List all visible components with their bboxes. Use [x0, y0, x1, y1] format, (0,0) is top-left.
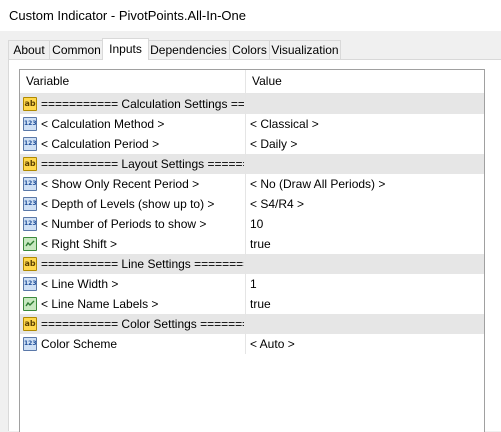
tab-colors[interactable]: Colors	[229, 40, 270, 59]
table-row[interactable]: < Line Name Labels > true	[20, 294, 484, 314]
string-type-icon: ab	[23, 157, 37, 171]
tab-about[interactable]: About	[8, 40, 50, 59]
table-row[interactable]: 123 < Show Only Recent Period > < No (Draw…	[20, 174, 484, 194]
variable-name: < Calculation Period >	[41, 137, 160, 151]
table-row[interactable]: ab =========== Calculation Settings ====.…	[20, 94, 484, 114]
table-row[interactable]: 123 < Calculation Method > < Classical >	[20, 114, 484, 134]
cell-divider	[245, 194, 246, 214]
table-row[interactable]: ab =========== Layout Settings =======...	[20, 154, 484, 174]
variable-name: Color Scheme	[41, 337, 118, 351]
variable-value[interactable]: < S4/R4 >	[250, 194, 304, 214]
table-row[interactable]: ab =========== Color Settings ========...	[20, 314, 484, 334]
table-row[interactable]: 123 < Depth of Levels (show up to) > < S4/…	[20, 194, 484, 214]
cell-divider	[245, 234, 246, 254]
variable-value[interactable]: < Classical >	[250, 114, 319, 134]
variable-name: < Show Only Recent Period >	[41, 177, 200, 191]
string-type-icon: ab	[23, 257, 37, 271]
variable-value[interactable]: true	[250, 294, 271, 314]
numeric-type-icon: 123	[23, 277, 37, 291]
cell-divider	[245, 334, 246, 354]
title-bar: Custom Indicator - PivotPoints.All-In-On…	[0, 0, 501, 31]
cell-divider	[245, 274, 246, 294]
cell-divider	[245, 94, 246, 114]
variable-name: < Calculation Method >	[41, 117, 165, 131]
variable-value[interactable]: < Daily >	[250, 134, 297, 154]
string-type-icon: ab	[23, 317, 37, 331]
variable-name: =========== Line Settings =========...	[41, 257, 244, 271]
numeric-type-icon: 123	[23, 137, 37, 151]
grid-rows: ab =========== Calculation Settings ====.…	[20, 94, 484, 354]
cell-divider	[245, 214, 246, 234]
column-header-variable[interactable]: Variable	[26, 70, 69, 93]
numeric-type-icon: 123	[23, 197, 37, 211]
variable-name: < Depth of Levels (show up to) >	[41, 197, 215, 211]
variable-name: < Line Width >	[41, 277, 119, 291]
cell-divider	[245, 294, 246, 314]
cell-divider	[245, 174, 246, 194]
variable-value[interactable]: < No (Draw All Periods) >	[250, 174, 385, 194]
variable-value[interactable]: 10	[250, 214, 263, 234]
window-title: Custom Indicator - PivotPoints.All-In-On…	[9, 8, 246, 23]
variable-name: < Line Name Labels >	[41, 297, 159, 311]
cell-divider	[245, 314, 246, 334]
numeric-type-icon: 123	[23, 117, 37, 131]
variable-name: =========== Layout Settings =======...	[41, 157, 244, 171]
inputs-panel: Variable Value ab =========== Calculation…	[8, 59, 501, 432]
table-row[interactable]: 123 < Calculation Period > < Daily >	[20, 134, 484, 154]
grid-header: Variable Value	[20, 70, 484, 94]
variable-name: =========== Color Settings ========...	[41, 317, 244, 331]
cell-divider	[245, 134, 246, 154]
numeric-type-icon: 123	[23, 217, 37, 231]
boolean-type-icon	[23, 297, 37, 311]
variable-name: =========== Calculation Settings ====...	[41, 97, 244, 111]
numeric-type-icon: 123	[23, 177, 37, 191]
cell-divider	[245, 154, 246, 174]
variable-name: < Right Shift >	[41, 237, 118, 251]
variable-name: < Number of Periods to show >	[41, 217, 207, 231]
table-row[interactable]: 123 < Number of Periods to show > 10	[20, 214, 484, 234]
numeric-type-icon: 123	[23, 337, 37, 351]
variable-value[interactable]: < Auto >	[250, 334, 295, 354]
tab-visualization[interactable]: Visualization	[269, 40, 341, 59]
variable-value[interactable]: true	[250, 234, 271, 254]
variable-value[interactable]: 1	[250, 274, 257, 294]
cell-divider	[245, 114, 246, 134]
boolean-type-icon	[23, 237, 37, 251]
tab-strip: About Common Inputs Dependencies Colors …	[8, 38, 498, 60]
table-row[interactable]: 123 < Line Width > 1	[20, 274, 484, 294]
column-header-value[interactable]: Value	[252, 70, 282, 93]
tab-dependencies[interactable]: Dependencies	[147, 40, 230, 59]
column-divider[interactable]	[245, 70, 246, 93]
tab-inputs[interactable]: Inputs	[102, 38, 149, 60]
tab-common[interactable]: Common	[49, 40, 104, 59]
inputs-grid: Variable Value ab =========== Calculation…	[19, 69, 485, 432]
string-type-icon: ab	[23, 97, 37, 111]
table-row[interactable]: ab =========== Line Settings =========...	[20, 254, 484, 274]
table-row[interactable]: 123 Color Scheme < Auto >	[20, 334, 484, 354]
cell-divider	[245, 254, 246, 274]
table-row[interactable]: < Right Shift > true	[20, 234, 484, 254]
